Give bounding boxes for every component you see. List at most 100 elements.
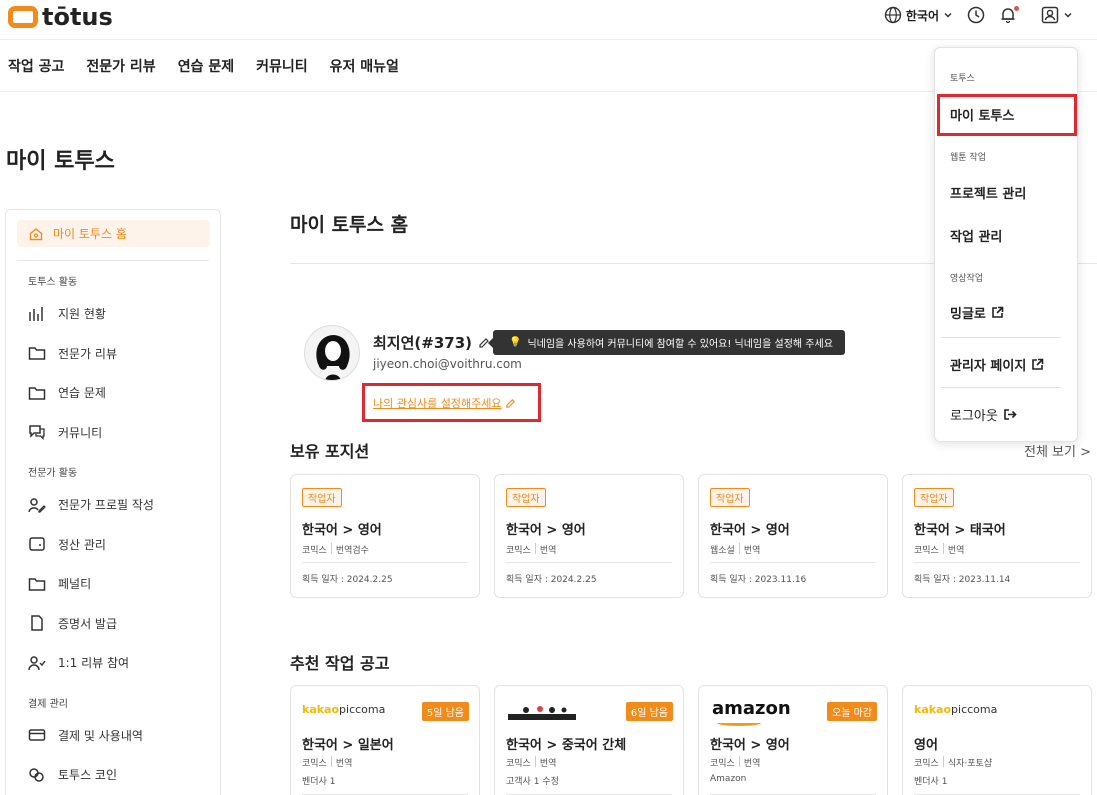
tag: 코믹스 [506,546,531,556]
recommend-card[interactable]: amazon 오늘 마감 한국어 > 영어 코믹스 번역 Amazon [698,685,888,795]
top-right-controls: 한국어 [884,6,1073,24]
tooltip-text: 닉네임을 사용하여 커뮤니티에 참여할 수 있어요! 닉네임을 설정해 주세요 [527,339,833,350]
position-card[interactable]: 작업자 한국어 > 영어 코믹스 번역검수 획득 일자 : 2024.2.25 [290,474,480,598]
sidebar-item-expert-review[interactable]: 전문가 리뷰 [6,334,220,374]
sidebar-item-community[interactable]: 커뮤니티 [6,413,220,453]
recommend-card[interactable]: 6일 남음 한국어 > 중국어 간체 코믹스 번역 고객사 1 수정 [494,685,684,795]
recommend-title: 추천 작업 공고 [290,654,390,673]
sidebar-item-one-on-one-review[interactable]: 1:1 리뷰 참여 [6,643,220,683]
client-name: 벤더사 1 [914,777,948,787]
chevron-down-icon [1063,10,1073,20]
card-divider [506,562,672,563]
amazon-logo: amazon [712,698,791,719]
sidebar-item-applications[interactable]: 지원 현황 [6,294,220,334]
sidebar-item-label: 증명서 발급 [58,616,118,631]
folder-icon [28,385,46,401]
avatar[interactable] [304,325,360,381]
sidebar-item-expert-profile[interactable]: 전문가 프로필 작성 [6,485,220,525]
recommend-card[interactable]: kakaopiccoma 영어 코믹스 식자·포토샵 벤더사 1 [902,685,1092,795]
sidebar-item-label: 지원 현황 [58,307,106,322]
deadline-badge: 6일 남음 [625,702,673,721]
tag: 번역 [743,759,761,769]
wallet-icon [28,536,46,552]
position-tags: 웹소설 번역 [710,543,760,556]
totus-logo[interactable]: tōtus [8,3,113,31]
deadline-badge: 5일 남음 [421,702,469,721]
folder-icon [28,576,46,592]
sidebar-item-settlement[interactable]: 정산 관리 [6,525,220,565]
sidebar-item-coins[interactable]: 토투스 코인 [6,755,220,795]
history-clock-icon[interactable] [967,6,985,24]
sidebar-item-payments[interactable]: 결제 및 사용내역 [6,716,220,756]
sidebar-item-label: 토투스 코인 [58,768,118,783]
user-edit-icon [28,497,46,513]
acquired-date: 획득 일자 : 2024.2.25 [302,575,393,585]
tag: 코믹스 [914,759,939,769]
language-pair: 한국어 > 중국어 간체 [506,738,627,753]
menu-item-admin-page[interactable]: 관리자 페이지 [950,355,1044,374]
dropdown-divider [941,387,1061,388]
position-card[interactable]: 작업자 한국어 > 태국어 코믹스 번역 획득 일자 : 2023.11.14 [902,474,1092,598]
pencil-icon [505,398,516,409]
set-interests-label: 나의 관심사를 설정해주세요 [373,397,502,410]
menu-item-minglo[interactable]: 밍글로 [950,303,1004,322]
logo-mark-icon [8,6,38,28]
bar-chart-icon [28,306,46,322]
home-icon [29,227,43,241]
menu-item-my-totus[interactable]: 마이 토투스 [950,105,1014,124]
amazon-smile-icon [717,720,761,726]
sidebar-item-label: 커뮤니티 [58,425,103,440]
sidebar-item-penalty[interactable]: 페널티 [6,564,220,604]
dropdown-divider [941,337,1061,338]
position-card[interactable]: 작업자 한국어 > 영어 코믹스 번역 획득 일자 : 2024.2.25 [494,474,684,598]
language-pair: 한국어 > 일본어 [302,738,394,753]
nav-expert-review[interactable]: 전문가 리뷰 [86,56,155,76]
tag: 번역 [539,759,557,769]
top-bar: tōtus 한국어 [0,0,1097,40]
menu-item-task-manage[interactable]: 작업 관리 [950,226,1002,245]
card-divider [302,562,468,563]
role-badge: 작업자 [914,488,954,507]
nav-job-posts[interactable]: 작업 공고 [8,56,64,76]
nav-practice[interactable]: 연습 문제 [178,56,234,76]
recommend-card[interactable]: kakaopiccoma 5일 남음 한국어 > 일본어 코믹스 번역 벤더사 1 [290,685,480,795]
sidebar-item-home[interactable]: 마이 토투스 홈 [17,220,210,247]
external-link-icon [1031,358,1044,371]
language-pair: 영어 [914,738,938,753]
position-card[interactable]: 작업자 한국어 > 영어 웹소설 번역 획득 일자 : 2023.11.16 [698,474,888,598]
notification-bell-icon[interactable] [999,6,1019,24]
role-badge: 작업자 [302,488,342,507]
nickname-tooltip: 💡 닉네임을 사용하여 커뮤니티에 참여할 수 있어요! 닉네임을 설정해 주세… [488,330,845,355]
sidebar-item-label: 결제 및 사용내역 [58,728,143,743]
profile-name: 최지연(#373) [373,332,490,353]
menu-item-project-manage[interactable]: 프로젝트 관리 [950,183,1026,202]
dropdown-section-video: 영상작업 [950,274,984,284]
language-selector[interactable]: 한국어 [884,6,953,24]
sidebar-item-certificate[interactable]: 증명서 발급 [6,604,220,644]
acquired-date: 획득 일자 : 2023.11.16 [710,575,807,585]
language-label: 한국어 [905,8,939,23]
role-badge: 작업자 [506,488,546,507]
logout-icon [1003,408,1017,421]
view-all-link[interactable]: 전체 보기 > [1024,441,1091,460]
folder-icon [28,345,46,361]
position-tags: 코믹스 번역 [914,543,964,556]
nav-community[interactable]: 커뮤니티 [256,56,308,76]
set-interests-link[interactable]: 나의 관심사를 설정해주세요 [373,395,516,411]
menu-item-logout[interactable]: 로그아웃 [950,405,1017,424]
nav-user-manual[interactable]: 유저 매뉴얼 [330,56,399,76]
sidebar-item-label: 마이 토투스 홈 [53,227,127,241]
notification-dot [1014,6,1019,11]
sidebar-item-practice[interactable]: 연습 문제 [6,373,220,413]
sidebar-section-title: 토투스 활동 [28,277,78,288]
user-menu-toggle[interactable] [1041,6,1073,24]
tag: 코믹스 [302,759,327,769]
job-tags: 코믹스 번역 [710,756,760,769]
position-tags: 코믹스 번역 [506,543,556,556]
language-pair: 한국어 > 영어 [506,523,586,538]
tag: 번역 [539,546,557,556]
card-divider [914,562,1080,563]
client-name: 벤더사 1 [302,777,336,787]
job-tags: 코믹스 번역 [302,756,352,769]
tag: 코믹스 [710,759,735,769]
